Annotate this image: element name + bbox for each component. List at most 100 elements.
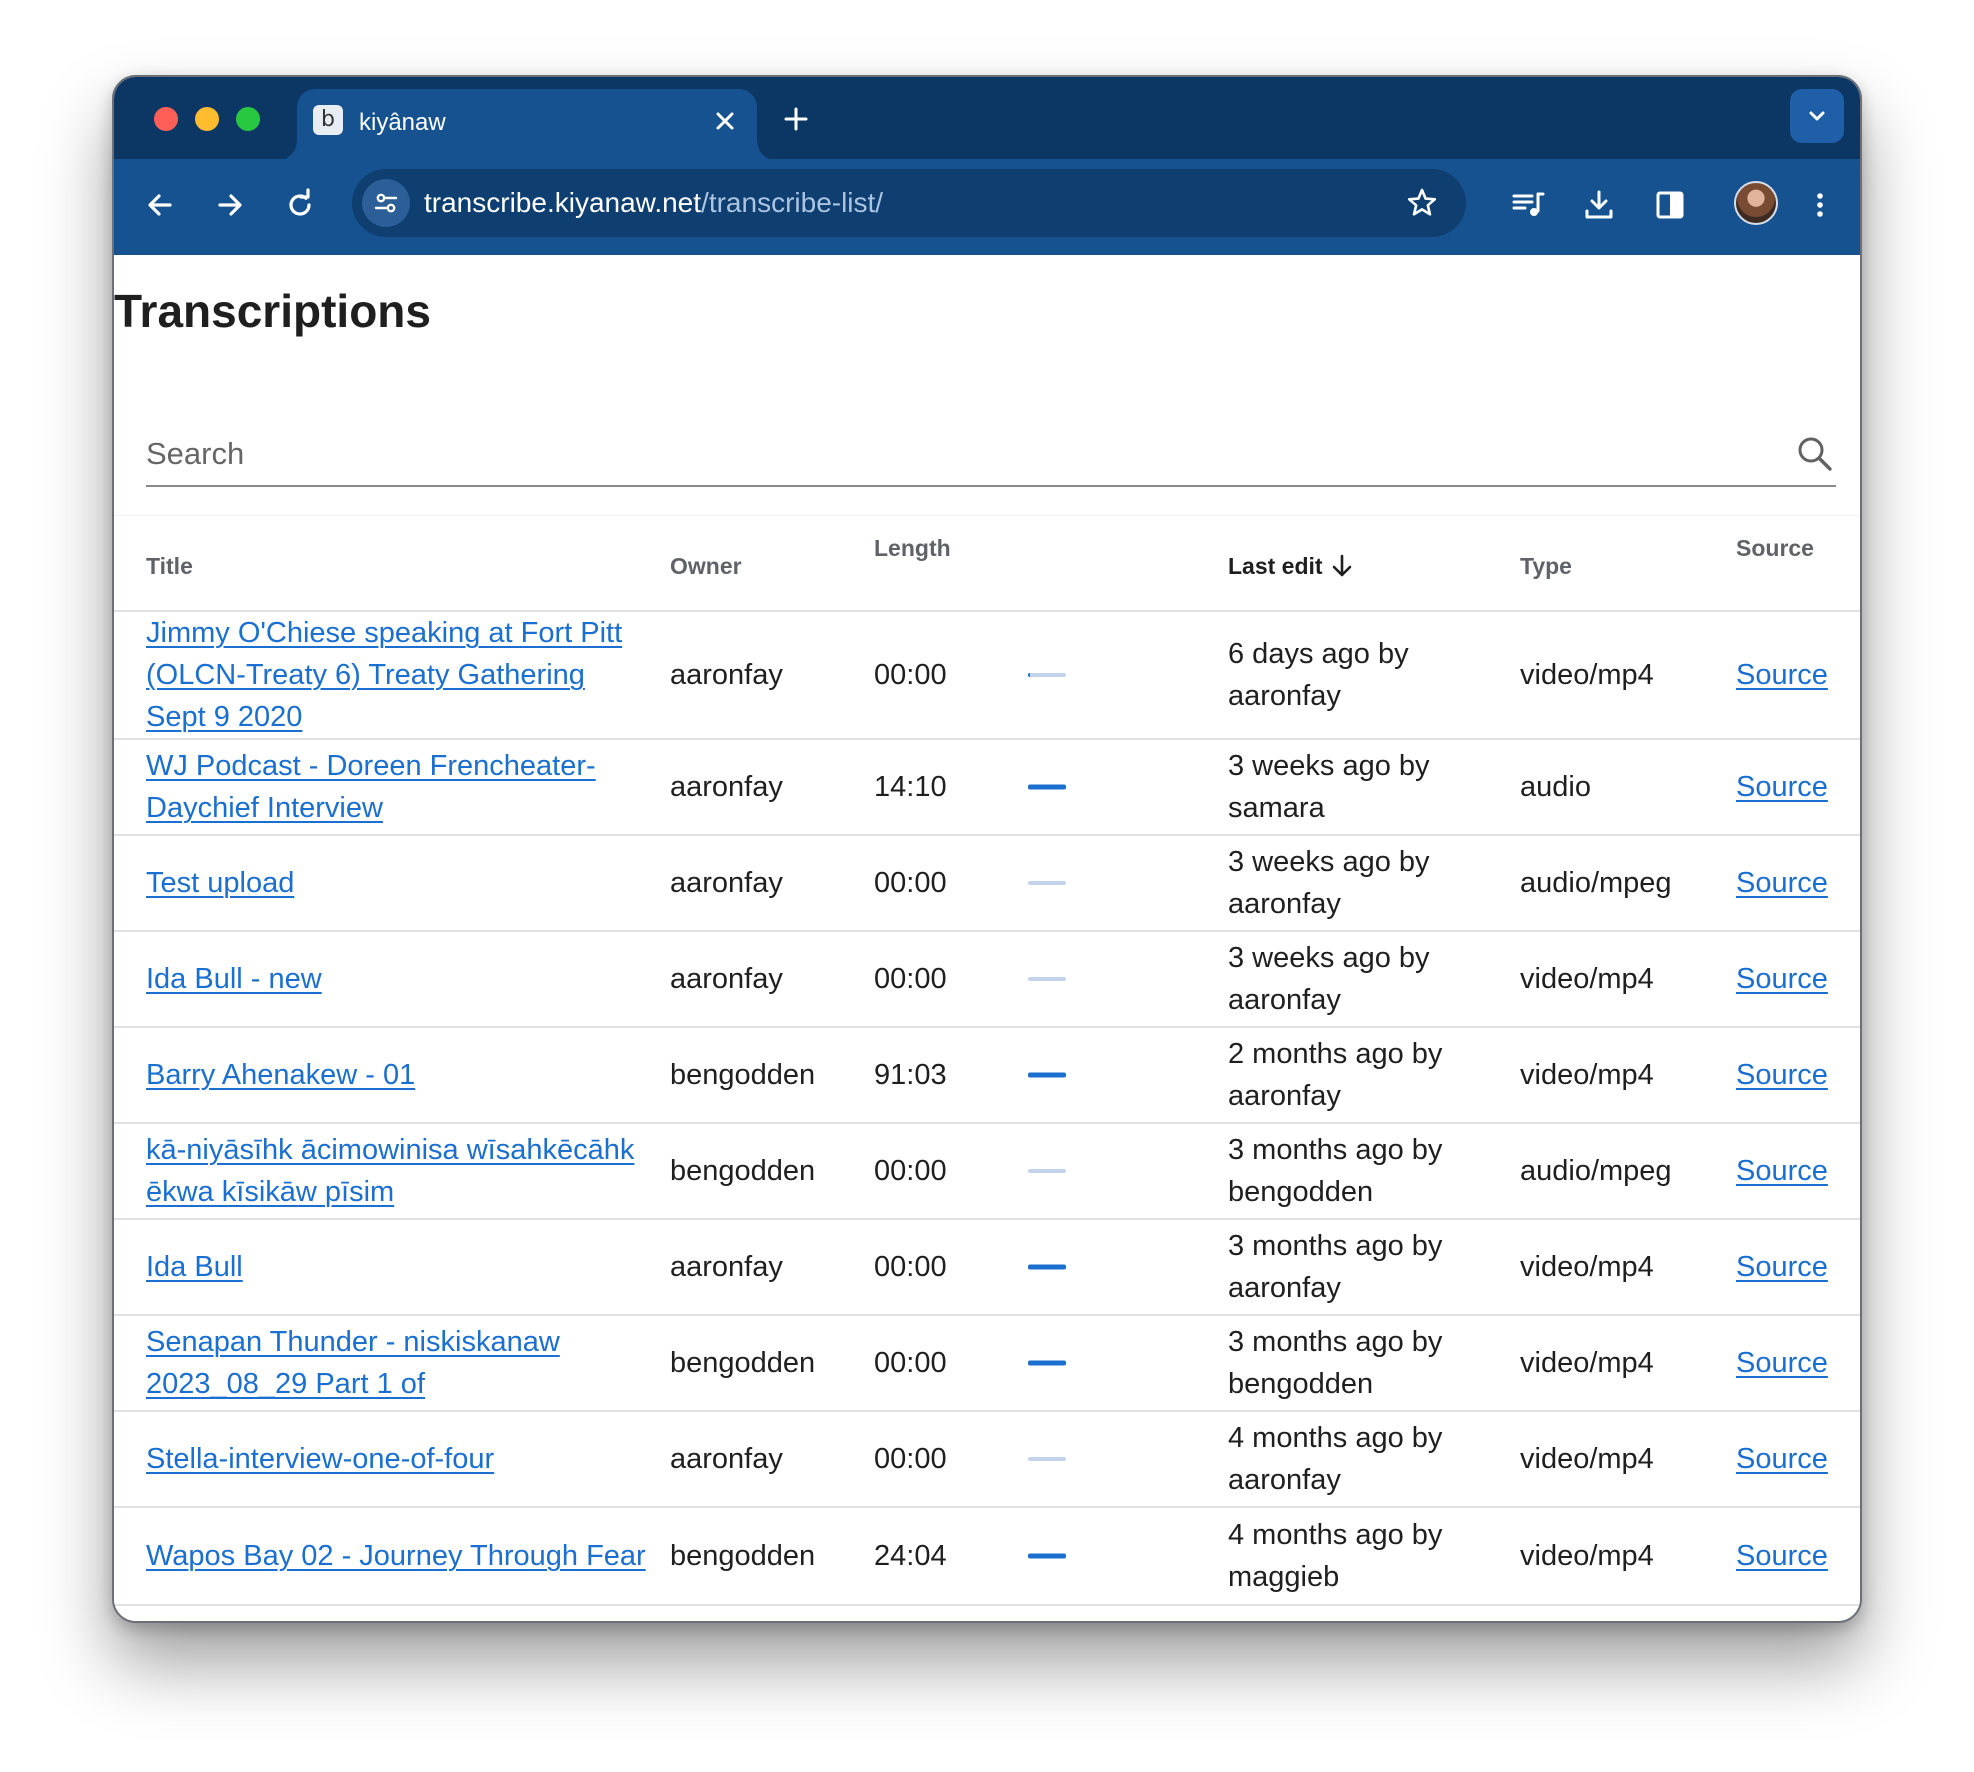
- last-edit-cell: 3 months ago by bengodden: [1228, 1134, 1443, 1208]
- url-host: transcribe.kiyanaw.net: [424, 187, 702, 218]
- transcription-title-link[interactable]: Stella-interview-one-of-four: [146, 1443, 494, 1475]
- transcription-title-link[interactable]: Wapos Bay 02 - Journey Through Fear: [146, 1540, 646, 1572]
- new-tab-button[interactable]: [774, 97, 818, 141]
- source-link[interactable]: Source: [1736, 1155, 1828, 1187]
- side-panel-button[interactable]: [1644, 179, 1696, 231]
- length-cell: 00:00: [874, 659, 947, 691]
- transcription-title-link[interactable]: Ida Bull: [146, 1251, 243, 1283]
- tab-strip: b kiyânaw: [114, 77, 1860, 161]
- type-cell: video/mp4: [1520, 1251, 1654, 1283]
- address-bar[interactable]: transcribe.kiyanaw.net/transcribe-list/: [352, 169, 1466, 237]
- length-cell: 00:00: [874, 1347, 947, 1379]
- table-row: WJ Podcast - Doreen Frencheater-Daychief…: [114, 740, 1860, 836]
- search-field[interactable]: [146, 423, 1836, 487]
- owner-cell: aaronfay: [670, 1251, 783, 1283]
- column-header-title[interactable]: Title: [146, 552, 193, 580]
- column-header-type[interactable]: Type: [1520, 552, 1572, 580]
- transcription-title-link[interactable]: Test upload: [146, 867, 294, 899]
- title-cell: Senapan Thunder - niskiskanaw 2023_08_29…: [146, 1321, 646, 1405]
- star-icon: [1407, 188, 1437, 216]
- source-cell: Source: [1736, 1150, 1828, 1192]
- source-link[interactable]: Source: [1736, 1059, 1828, 1091]
- progress-bar: [1028, 1457, 1066, 1461]
- source-link[interactable]: Source: [1736, 1347, 1828, 1379]
- table-row: Ida Bull aaronfay 00:00 3 months ago by …: [114, 1220, 1860, 1316]
- transcription-title-link[interactable]: Senapan Thunder - niskiskanaw 2023_08_29…: [146, 1326, 560, 1400]
- media-controls-button[interactable]: [1502, 179, 1554, 231]
- transcription-title-link[interactable]: Ida Bull - new: [146, 963, 322, 995]
- favicon-icon: b: [313, 105, 343, 135]
- title-cell: WJ Podcast - Doreen Frencheater-Daychief…: [146, 745, 646, 829]
- kebab-menu-icon: [1817, 193, 1823, 217]
- title-cell: Jimmy O'Chiese speaking at Fort Pitt (OL…: [146, 612, 646, 738]
- type-cell: video/mp4: [1520, 1540, 1654, 1572]
- search-icon[interactable]: [1794, 433, 1836, 475]
- url-path: /transcribe-list/: [701, 187, 884, 218]
- type-cell: video/mp4: [1520, 1347, 1654, 1379]
- arrow-right-icon: [218, 194, 242, 216]
- column-header-length[interactable]: Length: [874, 534, 951, 562]
- last-edit-cell: 2 months ago by aaronfay: [1228, 1038, 1443, 1112]
- chevron-down-icon: [1809, 111, 1825, 121]
- reload-button[interactable]: [274, 179, 326, 231]
- close-icon[interactable]: [709, 105, 741, 137]
- progress-bar: [1028, 1553, 1066, 1559]
- transcription-title-link[interactable]: Jimmy O'Chiese speaking at Fort Pitt (OL…: [146, 617, 622, 733]
- page-title: Transcriptions: [114, 285, 431, 337]
- length-cell: 00:00: [874, 1251, 947, 1283]
- source-cell: Source: [1736, 1342, 1828, 1384]
- source-link[interactable]: Source: [1736, 771, 1828, 803]
- table-row: kā-niyāsīhk ācimowinisa wīsahkēcāhk ēkwa…: [114, 1124, 1860, 1220]
- tab-active[interactable]: b kiyânaw: [277, 89, 777, 161]
- transcription-title-link[interactable]: WJ Podcast - Doreen Frencheater-Daychief…: [146, 750, 596, 824]
- source-link[interactable]: Source: [1736, 1251, 1828, 1283]
- reload-icon: [289, 188, 311, 216]
- source-link[interactable]: Source: [1736, 1443, 1828, 1475]
- transcriptions-table: Title Owner Length Last edit Type Source…: [114, 515, 1860, 1606]
- source-link[interactable]: Source: [1736, 963, 1828, 995]
- progress-bar: [1028, 784, 1066, 790]
- title-cell: Ida Bull - new: [146, 958, 646, 1000]
- source-cell: Source: [1736, 1535, 1828, 1577]
- title-cell: Barry Ahenakew - 01: [146, 1054, 646, 1096]
- column-header-last-edit[interactable]: Last edit: [1228, 552, 1355, 580]
- length-cell: 14:10: [874, 771, 947, 803]
- zoom-window-button[interactable]: [236, 107, 260, 131]
- browser-menu-button[interactable]: [1794, 179, 1846, 231]
- last-edit-cell: 3 months ago by bengodden: [1228, 1326, 1443, 1400]
- progress-bar: [1028, 1072, 1066, 1078]
- source-link[interactable]: Source: [1736, 1540, 1828, 1572]
- url-text[interactable]: transcribe.kiyanaw.net/transcribe-list/: [424, 187, 883, 219]
- search-input[interactable]: [146, 423, 1746, 485]
- last-edit-header-label: Last edit: [1228, 553, 1323, 579]
- title-cell: Ida Bull: [146, 1246, 646, 1288]
- downloads-button[interactable]: [1573, 179, 1625, 231]
- owner-cell: aaronfay: [670, 771, 783, 803]
- bookmark-button[interactable]: [1400, 181, 1444, 225]
- source-cell: Source: [1736, 1054, 1828, 1096]
- tab-search-button[interactable]: [1790, 89, 1844, 143]
- progress-bar: [1028, 1360, 1066, 1366]
- last-edit-cell: 6 days ago by aaronfay: [1228, 638, 1409, 712]
- close-window-button[interactable]: [154, 107, 178, 131]
- source-cell: Source: [1736, 654, 1828, 696]
- back-button[interactable]: [134, 179, 186, 231]
- page-content: Transcriptions Title Owner Length Last e…: [114, 255, 1860, 1621]
- column-header-owner[interactable]: Owner: [670, 552, 742, 580]
- avatar[interactable]: [1734, 181, 1778, 225]
- minimize-window-button[interactable]: [195, 107, 219, 131]
- transcription-title-link[interactable]: Barry Ahenakew - 01: [146, 1059, 415, 1091]
- type-cell: audio: [1520, 771, 1591, 803]
- source-link[interactable]: Source: [1736, 659, 1828, 691]
- source-link[interactable]: Source: [1736, 867, 1828, 899]
- column-header-source[interactable]: Source: [1736, 534, 1814, 562]
- site-info-button[interactable]: [362, 179, 410, 227]
- title-cell: Test upload: [146, 862, 646, 904]
- length-cell: 00:00: [874, 1443, 947, 1475]
- length-cell: 00:00: [874, 867, 947, 899]
- last-edit-cell: 3 months ago by aaronfay: [1228, 1230, 1443, 1304]
- forward-button[interactable]: [204, 179, 256, 231]
- table-row: Wapos Bay 02 - Journey Through Fear beng…: [114, 1508, 1860, 1606]
- owner-cell: bengodden: [670, 1540, 816, 1572]
- transcription-title-link[interactable]: kā-niyāsīhk ācimowinisa wīsahkēcāhk ēkwa…: [146, 1134, 634, 1208]
